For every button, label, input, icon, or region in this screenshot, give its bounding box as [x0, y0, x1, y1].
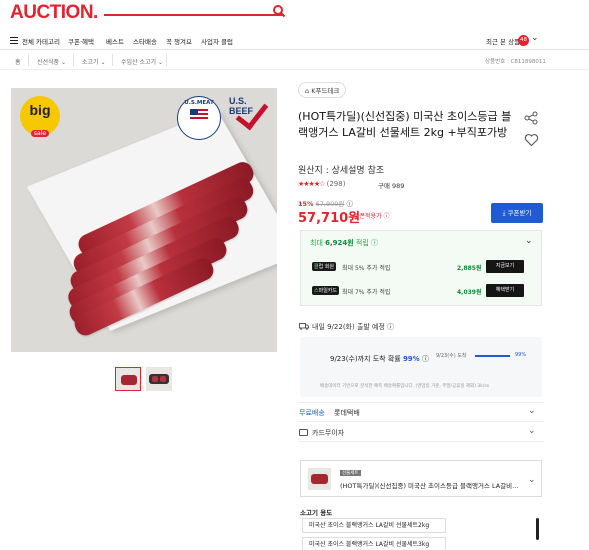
thumbnail-1[interactable] [115, 367, 141, 391]
nav-best[interactable]: 베스트 [106, 36, 124, 46]
usage-option[interactable]: 미국산 초이스 블랙앵거스 LA갈비 선물세트2kg [302, 518, 446, 533]
nav-must-have[interactable]: 꼭 챙겨요 [166, 36, 192, 46]
usage-option[interactable]: 미국산 초이스 블랙앵거스 LA갈비 선물세트3kg [302, 537, 446, 550]
scrollbar-handle[interactable] [536, 518, 539, 540]
club-view-button[interactable]: 지금보기 [486, 260, 524, 273]
saving-row-amount: 4,039원 [457, 289, 482, 296]
saving-row-amount: 2,885원 [457, 265, 482, 272]
breadcrumb: 홈 신선식품 ⌄ 소고기 ⌄ 수입산 소고기 ⌄ 상품번호 : C8118980… [0, 52, 589, 70]
arrival-probability: 9/23(수)까지 도착 확률 99% ⓘ [330, 355, 429, 363]
arrival-bar-pct: 99% [515, 352, 527, 358]
us-beef-logo: U.S. BEEF [229, 95, 269, 140]
saving-row-club: 클럽 회원 최대 5% 추가 적립 2,885원 지금보기 [312, 258, 531, 276]
origin-info: 원산지 : 상세설명 참조 [298, 166, 385, 176]
heart-icon[interactable] [524, 133, 539, 147]
coupon-price-note[interactable]: 쿠폰적용가 ⓘ [354, 211, 390, 220]
option-thumbnail [308, 468, 331, 490]
breadcrumb-fresh-food[interactable]: 신선식품 ⌄ [37, 57, 66, 66]
nav-business-club[interactable]: 사업자 클럽 [201, 36, 233, 46]
us-meat-logo: U.S.MEAT [177, 96, 221, 140]
chevron-down-icon[interactable]: ⌄ [528, 406, 536, 416]
chevron-down-icon[interactable]: ⌄ [528, 475, 536, 485]
auction-logo[interactable]: AUCTION. [10, 2, 98, 24]
recent-products[interactable]: 최근 본 상품 [486, 36, 520, 46]
free-shipping-label: 무료배송 [299, 409, 325, 417]
card-installment[interactable]: 카드무이자 [299, 428, 344, 438]
option-text: (HOT특가딜)(신선집중) 미국산 초이스등급 블랙앵거스 LA갈비 선물세트… [340, 482, 520, 490]
arrival-probability-bar [475, 355, 510, 357]
smile-card-badge: 스마일카드 [312, 286, 340, 295]
saving-row-card: 스마일카드 최대 7% 추가 적립 4,039원 혜택받기 [312, 282, 531, 300]
search-input[interactable] [104, 14, 284, 16]
saving-panel: 최대 6,924원 적립 ⓘ ⌄ 클럽 회원 최대 5% 추가 적립 2,885… [300, 230, 542, 306]
chevron-down-icon[interactable]: ⌄ [525, 236, 533, 246]
product-image[interactable]: big sale U.S.MEAT U.S. BEEF [11, 88, 277, 352]
rating[interactable]: ★★★★☆ (298) [298, 180, 345, 188]
thumbnail-2[interactable] [146, 367, 172, 391]
club-badge: 클럽 회원 [312, 262, 336, 271]
nav-all-categories[interactable]: 전체 카테고리 [22, 36, 60, 46]
big-sale-badge: big sale [20, 96, 60, 137]
carrier-name: 롯데택배 [334, 409, 360, 417]
arrival-note: 배송데이터 기반으로 분석한 예측 배송확률입니다. (영업일 기준, 주말/공… [320, 384, 490, 389]
chevron-down-icon[interactable]: ⌄ [528, 426, 536, 436]
saving-row-label: 최대 7% 추가 적립 [342, 289, 391, 296]
coupon-download-button[interactable]: ⤓ 쿠폰받기 [491, 203, 543, 223]
truck-icon [299, 323, 309, 330]
search-icon[interactable] [272, 4, 286, 18]
order-count: 구매 989 [378, 182, 405, 190]
option-tag: 선물세트 [340, 470, 361, 476]
breadcrumb-home[interactable]: 홈 [15, 57, 21, 66]
share-icon[interactable] [524, 111, 538, 125]
breadcrumb-imported-beef[interactable]: 수입산 소고기 ⌄ [121, 57, 163, 66]
nav-coupons[interactable]: 쿠폰·혜택 [68, 36, 94, 46]
card-benefit-button[interactable]: 혜택받기 [486, 284, 524, 297]
option-selector[interactable]: 선물세트 (HOT특가딜)(신선집중) 미국산 초이스등급 블랙앵거스 LA갈비… [300, 460, 542, 497]
hamburger-menu-icon[interactable] [10, 37, 18, 44]
usage-label: 소고기 용도 [300, 509, 333, 517]
recent-count-badge: 48 [518, 35, 529, 46]
star-rating-icon: ★★★★☆ [298, 180, 325, 188]
saving-row-label: 최대 5% 추가 적립 [342, 265, 391, 272]
product-title: (HOT특가딜)(신선집중) 미국산 초이스등급 블랙앵거스 LA갈비 선물세트… [298, 110, 512, 139]
product-code: 상품번호 : C811898011 [485, 59, 546, 65]
brand-store-link[interactable]: ⌂ K푸드테크 [298, 82, 347, 98]
saving-headline: 최대 6,924원 적립 ⓘ [310, 239, 379, 247]
card-icon [299, 429, 308, 436]
sale-price: 57,710원 [298, 211, 361, 226]
shipping-estimate: 내일 9/22(화) 출발 예정 ⓘ [299, 322, 394, 332]
chevron-down-icon[interactable]: ⌄ [531, 33, 539, 43]
arrival-bar-label: 9/23(수) 도착 [436, 353, 467, 359]
top-nav: 전체 카테고리 쿠폰·혜택 베스트 스타배송 꼭 챙겨요 사업자 클럽 최근 본… [0, 32, 589, 50]
nav-star-delivery[interactable]: 스타배송 [133, 36, 157, 46]
arrival-probability-box: 9/23(수)까지 도착 확률 99% ⓘ 9/23(수) 도착 99% 배송데… [300, 337, 542, 397]
breadcrumb-beef[interactable]: 소고기 ⌄ [82, 57, 106, 66]
